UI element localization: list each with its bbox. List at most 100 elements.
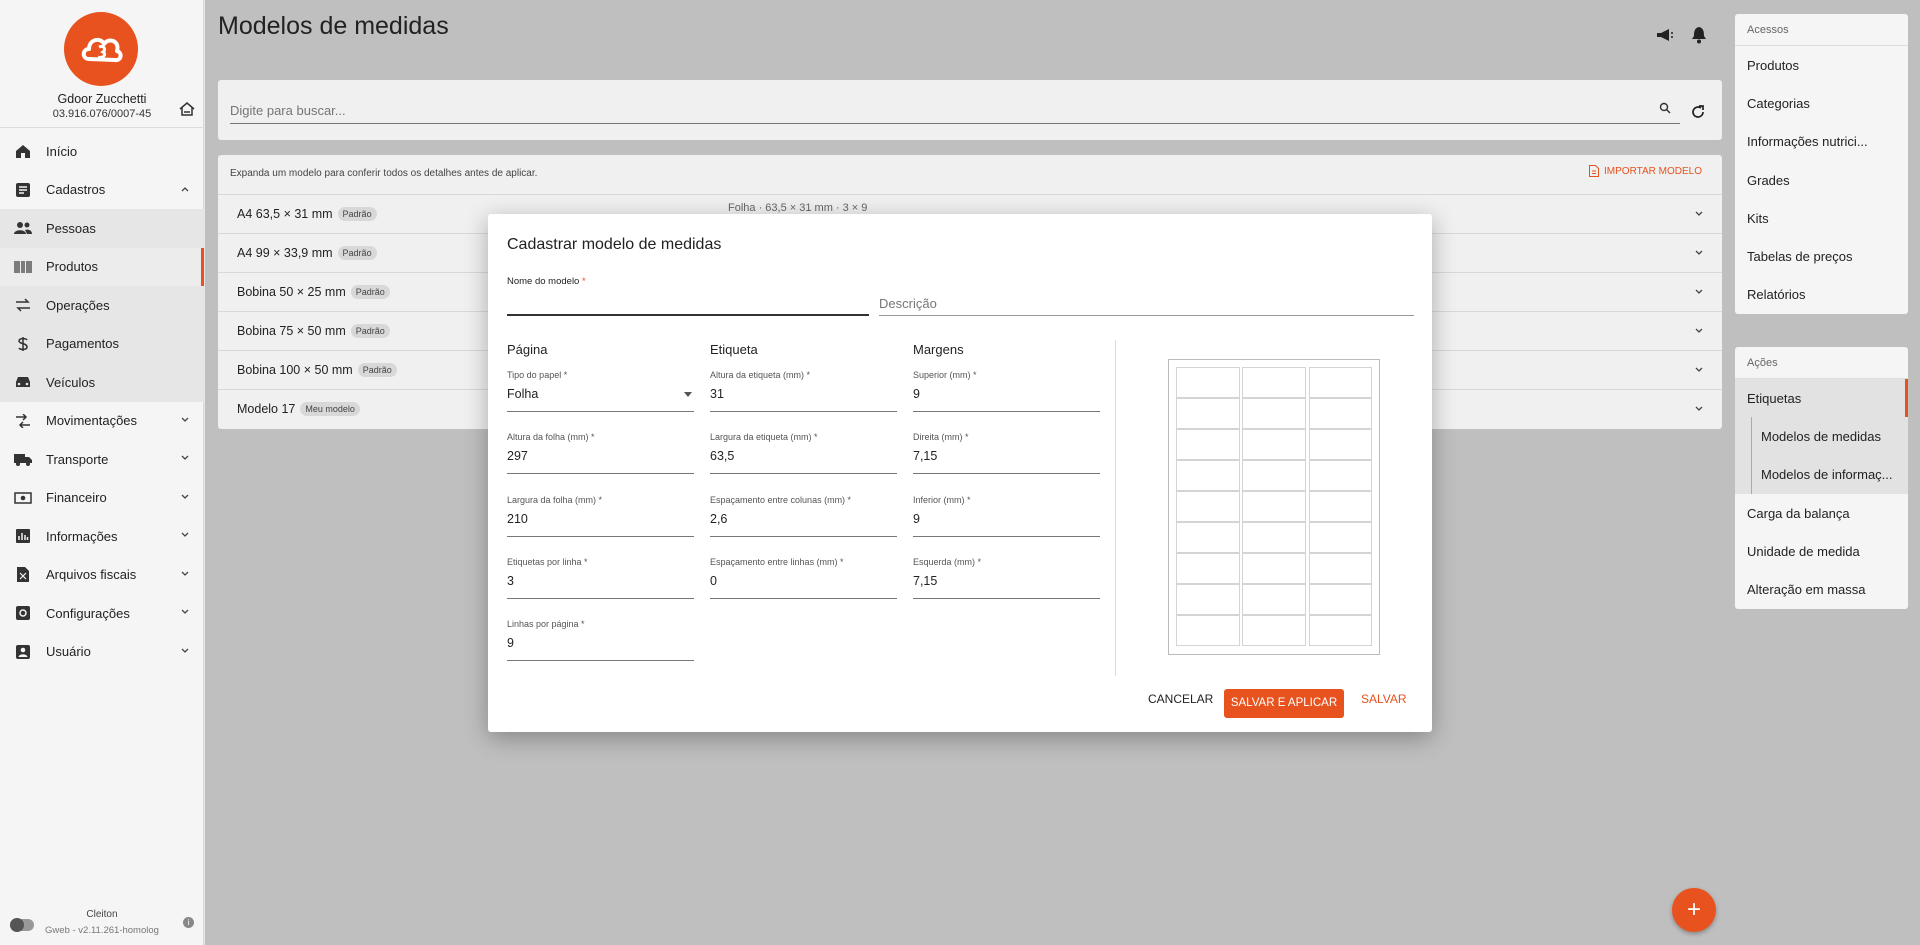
preview-label-cell: [1176, 491, 1240, 522]
save-and-apply-button[interactable]: Salvar e aplicar: [1224, 689, 1344, 718]
sidebar-item-label: Arquivos fiscais: [46, 567, 137, 583]
megaphone-icon[interactable]: [1656, 26, 1674, 44]
description-input[interactable]: Descrição: [879, 292, 1414, 316]
preview-label-cell: [1176, 460, 1240, 491]
search-input[interactable]: [230, 98, 1680, 124]
cancel-button[interactable]: Cancelar: [1148, 692, 1213, 706]
info-icon[interactable]: i: [183, 917, 194, 928]
chevron-down-icon[interactable]: [1694, 326, 1704, 336]
model-name: Bobina 50 × 25 mm: [237, 285, 346, 299]
sidebar-item-label: Veículos: [46, 374, 96, 390]
paper-type-select[interactable]: Tipo do papel * Folha: [507, 370, 694, 412]
field-value: 7,15: [913, 574, 938, 588]
sidebar-item-cadastros[interactable]: Cadastros: [0, 171, 204, 210]
sidebar-item-operacoes[interactable]: Operações: [0, 286, 204, 325]
company-logo: [64, 12, 138, 86]
chevron-down-icon[interactable]: [1694, 287, 1704, 297]
preview-label-cell: [1242, 367, 1306, 398]
sidebar-item-usuario[interactable]: Usuário: [0, 633, 204, 672]
model-badge: Padrão: [350, 324, 390, 338]
model-name-input[interactable]: [507, 294, 869, 316]
preview-label-cell: [1176, 398, 1240, 429]
chevron-down-icon: [181, 455, 189, 460]
section-pagina: Página: [507, 342, 548, 357]
acessos-title: Acessos: [1735, 14, 1908, 46]
label-width-field[interactable]: Largura da etiqueta (mm) * 63,5: [710, 432, 897, 474]
chevron-down-icon: [181, 417, 189, 422]
field-label: Superior (mm) *: [913, 370, 977, 380]
acao-etiquetas[interactable]: Etiquetas: [1735, 379, 1908, 418]
field-label: Espaçamento entre colunas (mm) *: [710, 495, 852, 505]
margin-right-field[interactable]: Direita (mm) * 7,15: [913, 432, 1100, 474]
register-model-dialog: Cadastrar modelo de medidas Nome do mode…: [488, 214, 1432, 732]
bell-icon[interactable]: [1690, 26, 1708, 44]
import-model-button[interactable]: Importar modelo: [1589, 165, 1702, 177]
column-spacing-field[interactable]: Espaçamento entre colunas (mm) * 2,6: [710, 495, 897, 537]
sidebar-item-veiculos[interactable]: Veículos: [0, 363, 204, 402]
margin-top-field[interactable]: Superior (mm) * 9: [913, 370, 1100, 412]
field-value: 297: [507, 449, 528, 463]
margin-left-field[interactable]: Esquerda (mm) * 7,15: [913, 557, 1100, 599]
file-import-icon: [1589, 165, 1600, 177]
list-icon: [14, 181, 32, 199]
sidebar-item-label: Configurações: [46, 605, 130, 621]
model-detail: Folha · 63,5 × 31 mm · 3 × 9: [728, 202, 868, 214]
preview-label-cell: [1242, 584, 1306, 615]
acao-carga-da-balanca[interactable]: Carga da balança: [1735, 494, 1908, 532]
acao-modelos-de-informacoes[interactable]: Modelos de informaç...: [1735, 455, 1908, 494]
acesso-tabelas-de-precos[interactable]: Tabelas de preços: [1735, 237, 1908, 275]
chevron-down-icon[interactable]: [1694, 365, 1704, 375]
preview-label-cell: [1242, 491, 1306, 522]
acao-alteracao-em-massa[interactable]: Alteração em massa: [1735, 570, 1908, 608]
acesso-produtos[interactable]: Produtos: [1735, 46, 1908, 84]
sidebar-item-produtos[interactable]: Produtos: [0, 247, 204, 286]
sidebar-item-configuracoes[interactable]: Configurações: [0, 594, 204, 633]
acesso-relatorios[interactable]: Relatórios: [1735, 276, 1908, 314]
acao-unidade-de-medida[interactable]: Unidade de medida: [1735, 532, 1908, 570]
footer-version: Gweb - v2.11.261-homolog: [45, 925, 159, 936]
dialog-title: Cadastrar modelo de medidas: [507, 236, 722, 253]
sidebar-item-informacoes[interactable]: Informações: [0, 517, 204, 556]
sidebar-item-arquivos-fiscais[interactable]: Arquivos fiscais: [0, 556, 204, 595]
sidebar-item-movimentacoes[interactable]: Movimentações: [0, 402, 204, 441]
acesso-kits[interactable]: Kits: [1735, 199, 1908, 237]
refresh-icon[interactable]: [1690, 104, 1706, 120]
chevron-down-icon[interactable]: [1694, 248, 1704, 258]
search-icon[interactable]: [1659, 102, 1671, 114]
preview-label-cell: [1176, 615, 1240, 646]
sidebar-item-transporte[interactable]: Transporte: [0, 440, 204, 479]
preview-label-cell: [1308, 491, 1373, 522]
preview-label-cell: [1308, 398, 1373, 429]
model-badge: Padrão: [337, 207, 377, 221]
margin-bottom-field[interactable]: Inferior (mm) * 9: [913, 495, 1100, 537]
sheet-height-field[interactable]: Altura da folha (mm) * 297: [507, 432, 694, 474]
arrows-icon: [14, 412, 32, 430]
acao-modelos-de-medidas[interactable]: Modelos de medidas: [1735, 417, 1908, 456]
sidebar-item-pagamentos[interactable]: Pagamentos: [0, 324, 204, 363]
rows-per-page-field[interactable]: Linhas por página * 9: [507, 619, 694, 661]
acesso-categorias[interactable]: Categorias: [1735, 84, 1908, 122]
labels-per-row-field[interactable]: Etiquetas por linha * 3: [507, 557, 694, 599]
sidebar-item-label: Pagamentos: [46, 336, 119, 352]
acesso-informacoes-nutricionais[interactable]: Informações nutrici...: [1735, 123, 1908, 161]
field-label: Linhas por página *: [507, 619, 585, 629]
car-icon: [14, 373, 32, 391]
sidebar-item-pessoas[interactable]: Pessoas: [0, 209, 204, 248]
sidebar-item-inicio[interactable]: Início: [0, 132, 204, 171]
sidebar: Gdoor Zucchetti 03.916.076/0007-45 Iníci…: [0, 0, 204, 945]
row-spacing-field[interactable]: Espaçamento entre linhas (mm) * 0: [710, 557, 897, 599]
sheet-width-field[interactable]: Largura da folha (mm) * 210: [507, 495, 694, 537]
add-button[interactable]: +: [1672, 888, 1716, 932]
import-model-label: Importar modelo: [1604, 165, 1702, 177]
chevron-down-icon[interactable]: [1694, 404, 1704, 414]
swap-icon: [14, 296, 32, 314]
chevron-down-icon[interactable]: [1694, 209, 1704, 219]
field-value: 3: [507, 574, 514, 588]
sidebar-footer: Cleiton Gweb - v2.11.261-homolog i: [0, 905, 204, 945]
save-button[interactable]: Salvar: [1361, 692, 1407, 706]
switch-store-icon[interactable]: [178, 100, 196, 118]
sidebar-item-financeiro[interactable]: Financeiro: [0, 479, 204, 518]
sidebar-item-label: Pessoas: [46, 220, 96, 236]
label-height-field[interactable]: Altura da etiqueta (mm) * 31: [710, 370, 897, 412]
acesso-grades[interactable]: Grades: [1735, 161, 1908, 199]
